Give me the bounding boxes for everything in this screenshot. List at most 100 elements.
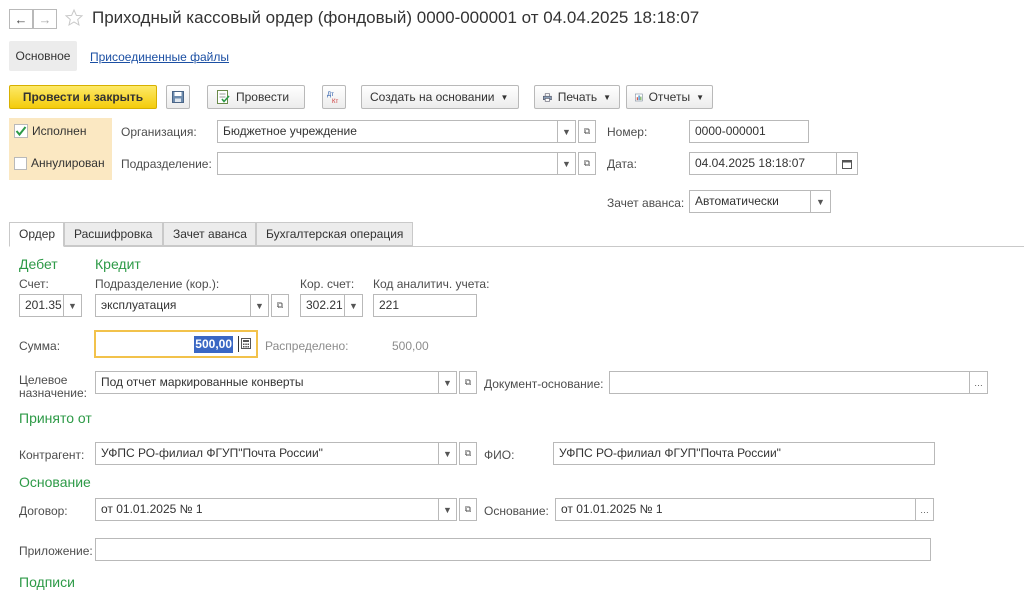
corr-account-field[interactable]: 302.21: [300, 294, 345, 317]
contractor-open-button[interactable]: ⧉: [459, 442, 477, 465]
chevron-down-icon: ▼: [696, 92, 704, 102]
org-field[interactable]: Бюджетное учреждение: [217, 120, 558, 143]
signatures-heading: Подписи: [19, 574, 75, 590]
dept-field[interactable]: [217, 152, 558, 175]
number-label: Номер:: [607, 125, 648, 139]
debit-heading: Дебет: [19, 256, 58, 272]
basis-field[interactable]: от 01.01.2025 № 1: [555, 498, 916, 521]
tabs-divider: [9, 246, 1024, 247]
print-button[interactable]: Печать ▼: [534, 85, 620, 109]
account-label: Счет:: [19, 277, 49, 291]
open-link-icon: ⧉: [583, 158, 591, 168]
sum-field[interactable]: 500,00: [94, 330, 258, 358]
tab-advance-offset[interactable]: Зачет аванса: [163, 222, 256, 246]
dt-kt-icon: ДтКт: [327, 92, 338, 104]
calendar-icon: [842, 159, 852, 169]
org-open-button[interactable]: ⧉: [578, 120, 596, 143]
distributed-label: Распределено:: [265, 339, 349, 353]
purpose-label: Целевое назначение:: [19, 374, 87, 400]
advance-dropdown-button[interactable]: ▼: [811, 190, 831, 213]
attachment-field[interactable]: [95, 538, 931, 561]
corr-dept-field[interactable]: эксплуатация: [95, 294, 251, 317]
corr-dept-dropdown-button[interactable]: ▼: [251, 294, 269, 317]
credit-heading: Кредит: [95, 256, 141, 272]
number-field[interactable]: 0000-000001: [689, 120, 809, 143]
ellipsis-icon: …: [974, 377, 983, 388]
dept-open-button[interactable]: ⧉: [578, 152, 596, 175]
cancelled-label: Аннулирован: [31, 156, 105, 170]
basis-doc-label: Документ-основание:: [484, 377, 604, 391]
purpose-field[interactable]: Под отчет маркированные конверты: [95, 371, 439, 394]
org-dropdown-button[interactable]: ▼: [558, 120, 576, 143]
dt-kt-button[interactable]: Дт Кт: [322, 85, 346, 109]
fio-field[interactable]: УФПС РО-филиал ФГУП"Почта России": [553, 442, 935, 465]
reports-button[interactable]: Отчеты ▼: [626, 85, 713, 109]
reports-icon: [635, 93, 643, 101]
arrow-left-icon: ←: [14, 11, 28, 27]
corr-dept-label: Подразделение (кор.):: [95, 277, 220, 291]
org-label: Организация:: [121, 125, 197, 139]
chevron-down-icon: ▼: [500, 92, 509, 102]
forward-button[interactable]: →: [33, 9, 57, 29]
executed-checkbox[interactable]: Исполнен: [14, 124, 86, 138]
floppy-icon: [172, 91, 184, 103]
chevron-down-icon: ▼: [443, 377, 452, 388]
sum-label: Сумма:: [19, 339, 61, 353]
contract-label: Договор:: [19, 504, 68, 518]
dept-dropdown-button[interactable]: ▼: [558, 152, 576, 175]
contractor-field[interactable]: УФПС РО-филиал ФГУП"Почта России": [95, 442, 439, 465]
chevron-down-icon: ▼: [255, 300, 264, 311]
purpose-open-button[interactable]: ⧉: [459, 371, 477, 394]
basis-select-button[interactable]: …: [916, 498, 934, 521]
distributed-value: 500,00: [392, 339, 429, 353]
checkbox-empty-icon: [14, 156, 27, 170]
date-field[interactable]: 04.04.2025 18:18:07: [689, 152, 837, 175]
chevron-down-icon: ▼: [816, 196, 825, 207]
svg-text:Дт: Дт: [327, 92, 334, 98]
create-based-on-button[interactable]: Создать на основании ▼: [361, 85, 519, 109]
tab-accounting-operation[interactable]: Бухгалтерская операция: [256, 222, 413, 246]
open-link-icon: ⧉: [464, 448, 472, 458]
corr-account-label: Кор. счет:: [300, 277, 355, 291]
contract-dropdown-button[interactable]: ▼: [439, 498, 457, 521]
tab-decoding[interactable]: Расшифровка: [64, 222, 163, 246]
sum-value: 500,00: [194, 336, 233, 353]
advance-field[interactable]: Автоматически: [689, 190, 811, 213]
arrow-right-icon: →: [38, 11, 52, 27]
chevron-down-icon: ▼: [68, 300, 77, 311]
calculator-icon[interactable]: [241, 338, 251, 349]
contractor-dropdown-button[interactable]: ▼: [439, 442, 457, 465]
post-and-close-button[interactable]: Провести и закрыть: [9, 85, 157, 109]
svg-text:Кт: Кт: [332, 99, 338, 104]
contractor-label: Контрагент:: [19, 448, 85, 462]
contract-open-button[interactable]: ⧉: [459, 498, 477, 521]
basis-label: Основание:: [484, 504, 549, 518]
save-button[interactable]: [166, 85, 190, 109]
nav-tab-main[interactable]: Основное: [9, 41, 77, 71]
basis-doc-select-button[interactable]: …: [970, 371, 988, 394]
create-based-on-label: Создать на основании: [370, 90, 495, 104]
open-link-icon: ⧉: [583, 126, 591, 136]
corr-dept-open-button[interactable]: ⧉: [271, 294, 289, 317]
text-cursor: [238, 336, 239, 352]
chevron-down-icon: ▼: [603, 92, 611, 102]
basis-doc-field[interactable]: [609, 371, 970, 394]
post-button-label: Провести: [236, 90, 290, 104]
nav-tab-attached-files[interactable]: Присоединенные файлы: [90, 50, 229, 64]
purpose-label-line2: назначение:: [19, 386, 87, 400]
tab-order[interactable]: Ордер: [9, 222, 64, 247]
basis-heading: Основание: [19, 474, 91, 490]
favorite-star-icon[interactable]: [64, 8, 84, 28]
analytic-code-field[interactable]: 221: [373, 294, 477, 317]
purpose-dropdown-button[interactable]: ▼: [439, 371, 457, 394]
back-button[interactable]: ←: [9, 9, 33, 29]
cancelled-checkbox[interactable]: Аннулирован: [14, 156, 105, 170]
account-dropdown-button[interactable]: ▼: [64, 294, 82, 317]
received-from-heading: Принято от: [19, 410, 92, 426]
chevron-down-icon: ▼: [562, 126, 571, 137]
post-button[interactable]: Провести: [207, 85, 305, 109]
corr-account-dropdown-button[interactable]: ▼: [345, 294, 363, 317]
account-field[interactable]: 201.35: [19, 294, 64, 317]
date-calendar-button[interactable]: [837, 152, 858, 175]
contract-field[interactable]: от 01.01.2025 № 1: [95, 498, 439, 521]
